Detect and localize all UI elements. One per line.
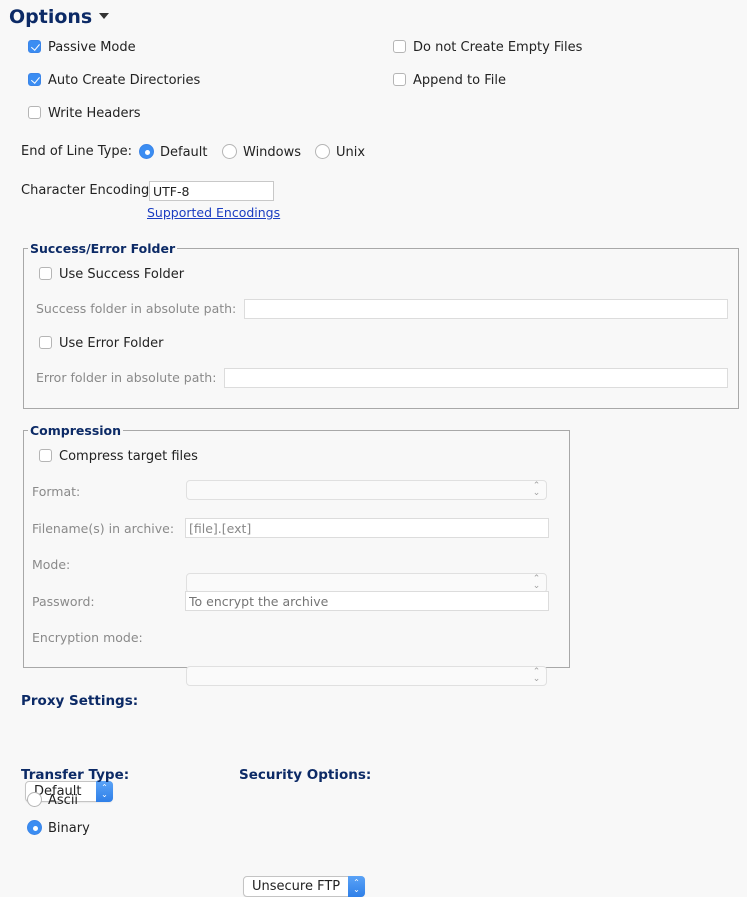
success-path-input[interactable] [244, 299, 728, 319]
security-options-title: Security Options: [239, 767, 372, 783]
radio-icon[interactable] [222, 144, 237, 159]
character-encoding-input[interactable]: UTF-8 [149, 181, 274, 201]
supported-encodings-link[interactable]: Supported Encodings [147, 205, 280, 220]
write-headers-checkbox[interactable]: Write Headers [28, 106, 141, 121]
passive-mode-checkbox[interactable]: Passive Mode [28, 40, 136, 55]
error-path-input[interactable] [224, 368, 728, 388]
radio-icon[interactable] [27, 792, 42, 807]
filenames-in-archive-input[interactable]: [file].[ext] [185, 518, 549, 538]
use-success-folder-checkbox[interactable]: Use Success Folder [39, 267, 184, 282]
compress-target-files-label: Compress target files [59, 449, 198, 464]
security-options-value: Unsecure FTP [252, 879, 341, 894]
options-header[interactable]: Options [9, 6, 110, 28]
checkbox-icon[interactable] [39, 336, 52, 349]
updown-arrows-icon: ⌃ ⌄ [96, 781, 113, 802]
checkbox-checked-icon[interactable] [28, 73, 41, 86]
radio-selected-icon[interactable] [139, 144, 154, 159]
use-error-folder-label: Use Error Folder [59, 336, 164, 351]
password-label: Password: [32, 594, 95, 609]
compress-target-files-checkbox[interactable]: Compress target files [39, 449, 198, 464]
checkbox-icon[interactable] [39, 267, 52, 280]
updown-arrows-icon: ⌃ ⌄ [532, 574, 541, 591]
radio-icon[interactable] [315, 144, 330, 159]
success-path-label: Success folder in absolute path: [36, 301, 237, 316]
radio-selected-icon[interactable] [27, 820, 42, 835]
transfer-type-title: Transfer Type: [21, 767, 130, 783]
passive-mode-label: Passive Mode [48, 40, 136, 55]
do-not-create-empty-files-checkbox[interactable]: Do not Create Empty Files [393, 40, 582, 55]
encryption-mode-select[interactable]: ⌃ ⌄ [186, 666, 547, 686]
checkbox-checked-icon[interactable] [28, 40, 41, 53]
options-title: Options [9, 6, 93, 28]
encryption-mode-label: Encryption mode: [32, 630, 143, 645]
error-path-label: Error folder in absolute path: [36, 370, 217, 385]
eol-unix-label: Unix [336, 145, 366, 160]
password-input[interactable] [185, 591, 549, 611]
auto-create-directories-checkbox[interactable]: Auto Create Directories [28, 73, 200, 88]
format-select[interactable]: ⌃ ⌄ [186, 480, 547, 500]
eol-default-radio[interactable]: Default [139, 144, 208, 160]
transfer-ascii-label: Ascii [48, 793, 79, 808]
transfer-ascii-radio[interactable]: Ascii [27, 792, 78, 808]
proxy-settings-title: Proxy Settings: [21, 693, 139, 709]
format-label: Format: [32, 484, 81, 499]
transfer-binary-radio[interactable]: Binary [27, 820, 90, 836]
mode-select[interactable]: ⌃ ⌄ [186, 573, 547, 593]
checkbox-icon[interactable] [393, 73, 406, 86]
filenames-in-archive-label: Filename(s) in archive: [32, 521, 175, 536]
append-to-file-label: Append to File [413, 73, 506, 88]
use-error-folder-checkbox[interactable]: Use Error Folder [39, 336, 163, 351]
end-of-line-label: End of Line Type: [21, 144, 132, 159]
security-options-select[interactable]: Unsecure FTP ⌃ ⌄ [243, 876, 365, 897]
character-encoding-label: Character Encoding: [21, 183, 154, 198]
eol-default-label: Default [160, 145, 208, 160]
mode-label: Mode: [32, 557, 71, 572]
write-headers-label: Write Headers [48, 106, 141, 121]
auto-create-directories-label: Auto Create Directories [48, 73, 201, 88]
updown-arrows-icon: ⌃ ⌄ [348, 876, 365, 897]
eol-windows-radio[interactable]: Windows [222, 144, 301, 160]
transfer-binary-label: Binary [48, 821, 90, 836]
success-error-legend: Success/Error Folder [28, 241, 178, 256]
do-not-create-empty-files-label: Do not Create Empty Files [413, 40, 583, 55]
compression-legend: Compression [28, 423, 124, 438]
checkbox-icon[interactable] [393, 40, 406, 53]
checkbox-icon[interactable] [28, 106, 41, 119]
checkbox-icon[interactable] [39, 449, 52, 462]
updown-arrows-icon: ⌃ ⌄ [532, 667, 541, 684]
use-success-folder-label: Use Success Folder [59, 267, 185, 282]
append-to-file-checkbox[interactable]: Append to File [393, 73, 506, 88]
updown-arrows-icon: ⌃ ⌄ [532, 481, 541, 498]
caret-down-icon[interactable] [99, 13, 110, 19]
end-of-line-group: End of Line Type: [21, 144, 132, 159]
eol-unix-radio[interactable]: Unix [315, 144, 365, 160]
eol-windows-label: Windows [243, 145, 302, 160]
